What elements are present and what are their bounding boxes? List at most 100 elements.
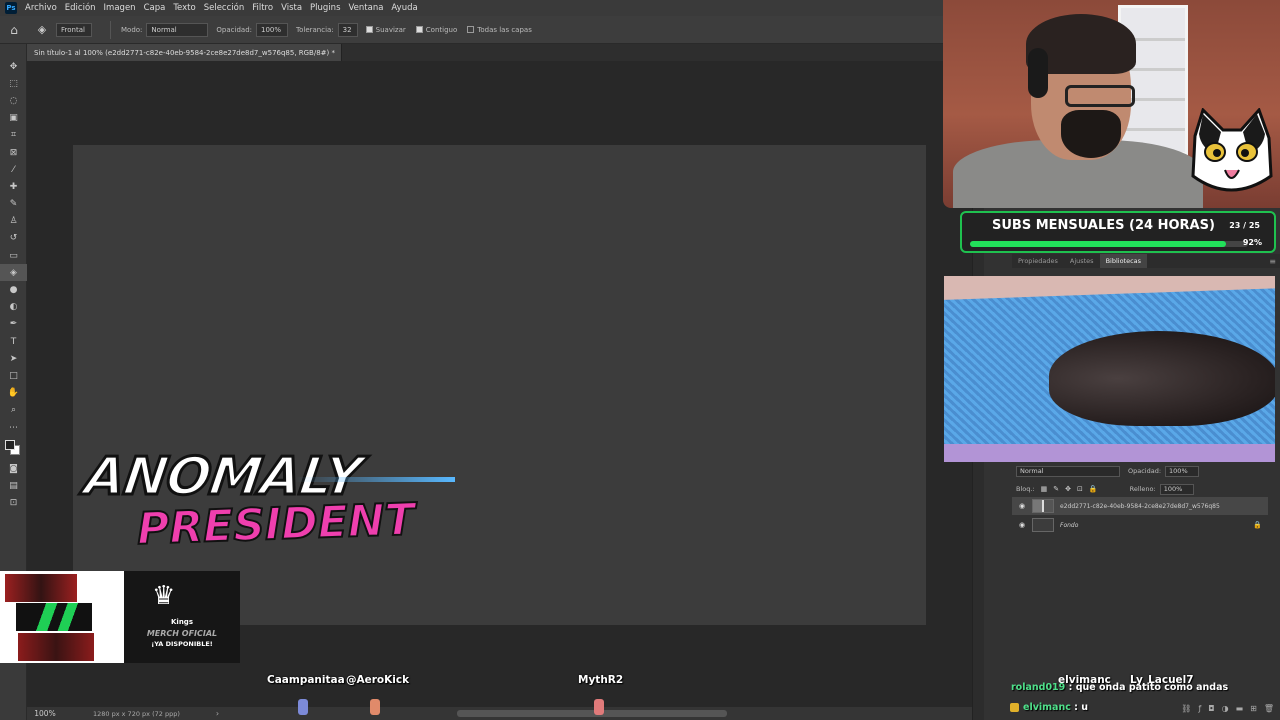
eyedropper-icon[interactable]: ⁄ — [0, 161, 27, 178]
frame-tool-icon[interactable]: ⊠ — [0, 144, 27, 161]
zoom-level[interactable]: 100% — [27, 709, 63, 718]
crop-tool-icon[interactable]: ⌗ — [0, 127, 27, 144]
horizontal-scrollbar[interactable] — [457, 710, 727, 717]
viewer-name: @AeroKick — [346, 674, 410, 686]
brush-tool-icon[interactable]: ✎ — [0, 196, 27, 213]
chat-user: roland019 — [1011, 682, 1066, 693]
lock-artboard-icon[interactable]: ⊡ — [1077, 485, 1083, 493]
menu-edicion[interactable]: Edición — [65, 3, 96, 13]
viewer-name: Caampanitaa — [267, 674, 345, 686]
anomaly-president-logo: ANOMALY PRESIDENT — [75, 446, 457, 589]
menu-ventana[interactable]: Ventana — [349, 3, 384, 13]
home-icon[interactable]: ⌂ — [0, 16, 28, 44]
panel-menu-icon[interactable]: ≡ — [1269, 257, 1276, 266]
layer-opacity-label: Opacidad: — [1128, 467, 1162, 475]
object-select-icon[interactable]: ▣ — [0, 110, 27, 127]
folder-icon[interactable]: ▬ — [1236, 704, 1244, 718]
tolerance-field[interactable]: 32 — [337, 22, 358, 37]
viewer-name: MythR2 — [578, 674, 624, 686]
opacity-field[interactable]: 100% — [256, 22, 288, 37]
chevron-right-icon[interactable]: › — [216, 709, 219, 718]
merch-image — [18, 633, 94, 661]
zoom-tool-icon[interactable]: ⌕ — [0, 402, 27, 419]
merch-banner: ♛ Kings MERCH OFICIAL ¡YA DISPONIBLE! — [0, 571, 240, 663]
path-select-icon[interactable]: ➤ — [0, 350, 27, 367]
stamp-tool-icon[interactable]: ♙ — [0, 213, 27, 230]
trash-icon[interactable]: 🗑 — [1264, 704, 1274, 718]
tolerance-label: Tolerancia: — [296, 25, 334, 34]
hand-tool-icon[interactable]: ✋ — [0, 385, 27, 402]
viewer-avatar — [370, 699, 380, 715]
opacity-label: Opacidad: — [216, 25, 252, 34]
lock-position-icon[interactable]: ✥ — [1065, 485, 1071, 493]
artboard-icon[interactable]: ⊡ — [0, 495, 27, 512]
lock-image-icon[interactable]: ✎ — [1053, 485, 1059, 493]
more-tools-icon[interactable]: ⋯ — [0, 419, 27, 436]
menu-capa[interactable]: Capa — [144, 3, 166, 13]
layer-row[interactable]: ◉ e2dd2771-c82e-40eb-9584-2ce8e27de8d7_w… — [1012, 497, 1268, 515]
all-layers-checkbox[interactable] — [467, 26, 475, 33]
mode-dropdown[interactable]: Normal — [146, 22, 209, 37]
foreground-color[interactable] — [5, 440, 15, 451]
paint-bucket-icon[interactable]: ◈ — [28, 23, 56, 36]
all-layers-label: Todas las capas — [477, 25, 532, 34]
menu-ayuda[interactable]: Ayuda — [391, 3, 417, 13]
quick-mask-icon[interactable]: ◙ — [0, 460, 27, 477]
viewer-avatar — [594, 699, 604, 715]
tab-ajustes[interactable]: Ajustes — [1064, 254, 1100, 268]
chat-separator: : — [1065, 682, 1076, 693]
new-layer-icon[interactable]: ⊞ — [1250, 704, 1257, 718]
fill-field[interactable]: 100% — [1159, 483, 1194, 495]
subs-progress-fill — [970, 241, 1226, 247]
menu-archivo[interactable]: Archivo — [25, 3, 57, 13]
chat-badge-icon — [1010, 703, 1019, 712]
tab-bibliotecas[interactable]: Bibliotecas — [1099, 254, 1148, 268]
tab-propiedades[interactable]: Propiedades — [1012, 254, 1064, 268]
menu-plugins[interactable]: Plugins — [310, 3, 340, 13]
layer-row[interactable]: ◉ Fondo 🔒 — [1012, 516, 1268, 534]
document-tab[interactable]: Sin título-1 al 100% (e2dd2771-c82e-40eb… — [27, 44, 342, 61]
eye-icon[interactable]: ◉ — [1012, 521, 1032, 529]
merch-line2: ¡YA DISPONIBLE! — [151, 640, 213, 648]
contiguous-label: Contiguo — [425, 25, 458, 34]
menu-texto[interactable]: Texto — [173, 3, 195, 13]
menu-filtro[interactable]: Filtro — [252, 3, 273, 13]
history-brush-icon[interactable]: ↺ — [0, 230, 27, 247]
tab-strip — [342, 44, 972, 61]
contiguous-checkbox[interactable] — [415, 26, 423, 33]
lock-transparency-icon[interactable]: ▦ — [1041, 485, 1048, 493]
rectangle-tool-icon[interactable]: □ — [0, 367, 27, 384]
chat-text: que onda patito como andas — [1075, 682, 1229, 693]
fx-icon[interactable]: ƒ — [1198, 704, 1201, 718]
type-tool-icon[interactable]: T — [0, 333, 27, 350]
menu-seleccion[interactable]: Selección — [204, 3, 245, 13]
eraser-tool-icon[interactable]: ▭ — [0, 247, 27, 264]
adjustment-icon[interactable]: ◑ — [1222, 704, 1229, 718]
marquee-tool-icon[interactable]: ⬚ — [0, 75, 27, 92]
eye-icon[interactable]: ◉ — [1012, 502, 1032, 510]
link-layers-icon[interactable]: ⛓ — [1181, 704, 1191, 718]
healing-brush-icon[interactable]: ✚ — [0, 178, 27, 195]
logo-speed-streak — [295, 477, 455, 482]
blend-mode-dropdown[interactable]: Normal — [1016, 465, 1120, 477]
preset-dropdown[interactable]: Frontal — [56, 22, 92, 37]
viewer-avatar — [298, 699, 308, 715]
color-swatches[interactable] — [0, 436, 27, 460]
subs-goal-widget: SUBS MENSUALES (24 HORAS) 23 / 25 92% — [960, 211, 1276, 253]
webcam-overlay — [943, 0, 1280, 208]
chat-text: u — [1081, 702, 1089, 713]
layers-controls: Normal Opacidad: 100% Bloq.: ▦ ✎ ✥ ⊡ 🔒 Relle… — [1012, 462, 1280, 498]
lasso-tool-icon[interactable]: ◌ — [0, 92, 27, 109]
menu-imagen[interactable]: Imagen — [104, 3, 136, 13]
paint-bucket-tool-icon[interactable]: ◈ — [0, 264, 27, 282]
layer-opacity-field[interactable]: 100% — [1165, 465, 1200, 477]
smooth-checkbox[interactable] — [365, 26, 373, 33]
dodge-tool-icon[interactable]: ◐ — [0, 299, 27, 316]
blur-tool-icon[interactable]: ● — [0, 281, 27, 298]
pen-tool-icon[interactable]: ✒ — [0, 316, 27, 333]
menu-vista[interactable]: Vista — [281, 3, 302, 13]
move-tool-icon[interactable]: ✥ — [0, 58, 27, 75]
screen-mode-icon[interactable]: ▤ — [0, 477, 27, 494]
lock-all-icon[interactable]: 🔒 — [1089, 485, 1098, 493]
mask-icon[interactable]: ◘ — [1208, 704, 1214, 718]
